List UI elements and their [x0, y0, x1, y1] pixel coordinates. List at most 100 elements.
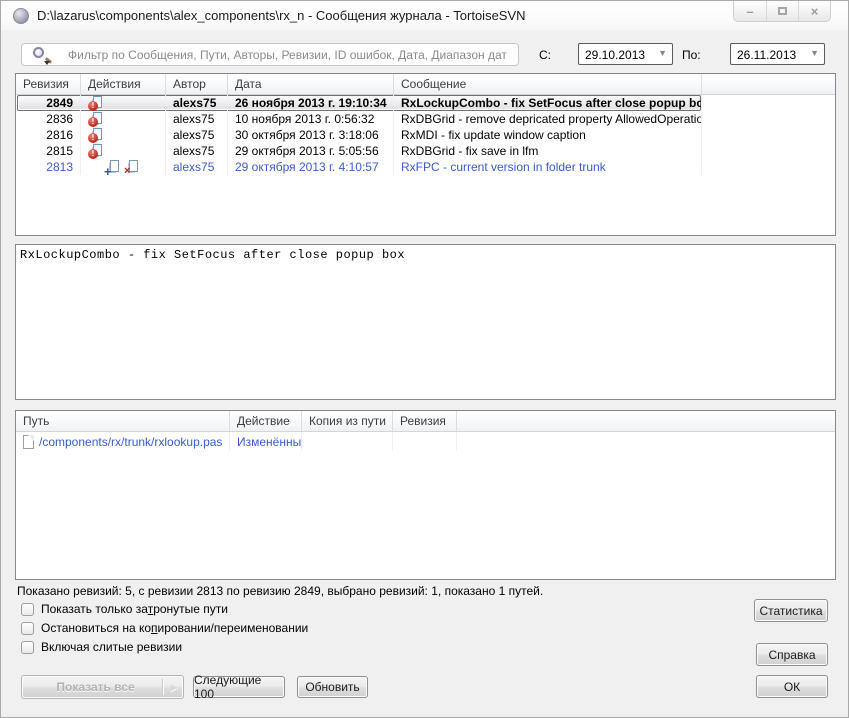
column-header-date[interactable]: Дата: [228, 74, 394, 94]
modified-icon: !: [88, 128, 103, 143]
column-header-blank: [702, 74, 835, 94]
checkbox-icon[interactable]: [21, 641, 34, 654]
close-button[interactable]: ×: [798, 1, 830, 21]
revision-cell: 2813: [16, 159, 81, 175]
list-empty-area: [16, 175, 835, 235]
checkbox-label: Показать только затронутые пути: [41, 602, 228, 616]
show-all-label: Показать все: [56, 680, 134, 694]
date-to-picker[interactable]: 26.11.2013 ▼: [730, 43, 825, 65]
column-header-revision[interactable]: Ревизия: [16, 74, 81, 94]
date-cell: 26 ноября 2013 г. 19:10:34: [228, 95, 394, 111]
author-cell: alexs75: [166, 127, 228, 143]
minimize-button[interactable]: –: [734, 1, 766, 21]
paths-list-header: Путь Действие Копия из пути Ревизия: [16, 411, 835, 432]
checkbox-label: Остановиться на копировании/переименован…: [41, 621, 308, 635]
path-cell: /components/rx/trunk/rxlookup.pas: [16, 432, 230, 451]
checkbox-icon[interactable]: [21, 622, 34, 635]
date-from-picker[interactable]: 29.10.2013 ▼: [578, 43, 673, 65]
date-to-value: 26.11.2013: [737, 48, 796, 62]
tortoisesvn-app-icon: [13, 8, 29, 24]
date-from-label: С:: [539, 48, 551, 62]
split-button-divider: [162, 679, 163, 695]
added-icon: +: [105, 160, 120, 175]
table-row[interactable]: 2815 ! alexs75 29 октября 2013 г. 5:05:5…: [16, 143, 835, 159]
actions-cell: !: [81, 143, 166, 159]
maximize-button[interactable]: [766, 1, 798, 21]
revision-cell: 2815: [16, 143, 81, 159]
table-row[interactable]: 2836 ! alexs75 10 ноября 2013 г. 0:56:32…: [16, 111, 835, 127]
copy-from-cell: [302, 432, 393, 451]
split-button-arrow-icon: ▶: [171, 683, 177, 692]
checkbox-include-merged-revisions[interactable]: Включая слитые ревизии: [21, 640, 182, 654]
actions-cell: !: [81, 111, 166, 127]
revision-cell: 2816: [16, 127, 81, 143]
column-header-blank: [457, 411, 835, 431]
chevron-down-icon[interactable]: ▼: [658, 48, 667, 58]
author-cell: alexs75: [166, 143, 228, 159]
title-bar[interactable]: D:\lazarus\components\alex_components\rx…: [1, 1, 848, 31]
search-icon[interactable]: [33, 47, 44, 58]
show-all-button: Показать все ▶: [21, 675, 184, 699]
filter-search-box[interactable]: [21, 43, 519, 66]
deleted-icon: ×: [124, 160, 139, 175]
maximize-icon: [778, 7, 787, 15]
message-cell: RxDBGrid - fix save in lfm: [394, 143, 702, 159]
message-cell: RxDBGrid - remove depricated property Al…: [394, 111, 702, 127]
column-header-actions[interactable]: Действия: [81, 74, 166, 94]
message-cell: RxLockupCombo - fix SetFocus after close…: [394, 95, 702, 111]
revisions-list-header: Ревизия Действия Автор Дата Сообщение: [16, 74, 835, 95]
revision-cell: 2849: [16, 95, 81, 111]
revision-cell: 2836: [16, 111, 81, 127]
column-header-message[interactable]: Сообщение: [394, 74, 702, 94]
date-cell: 10 ноября 2013 г. 0:56:32: [228, 111, 394, 127]
column-header-revision[interactable]: Ревизия: [393, 411, 457, 431]
help-button[interactable]: Справка: [756, 643, 828, 666]
table-row[interactable]: 2849 ! alexs75 26 ноября 2013 г. 19:10:3…: [16, 95, 835, 111]
modified-icon: !: [88, 112, 103, 127]
log-messages-window: D:\lazarus\components\alex_components\rx…: [0, 0, 849, 718]
table-row[interactable]: /components/rx/trunk/rxlookup.pas Изменё…: [16, 432, 835, 451]
refresh-button[interactable]: Обновить: [297, 676, 368, 698]
revision-cell: [393, 432, 457, 451]
column-header-copy-from[interactable]: Копия из пути: [302, 411, 393, 431]
log-message-text: RxLockupCombo - fix SetFocus after close…: [20, 248, 405, 262]
checkbox-icon[interactable]: [21, 603, 34, 616]
filter-input[interactable]: [68, 44, 508, 65]
window-controls: – ×: [733, 1, 831, 22]
checkbox-label: Включая слитые ревизии: [41, 640, 182, 654]
date-cell: 30 октября 2013 г. 3:18:06: [228, 127, 394, 143]
revisions-list: Ревизия Действия Автор Дата Сообщение 28…: [15, 73, 836, 236]
date-cell: 29 октября 2013 г. 5:05:56: [228, 143, 394, 159]
date-to-label: По:: [682, 48, 701, 62]
author-cell: alexs75: [166, 111, 228, 127]
actions-cell: !: [81, 95, 166, 111]
ok-button[interactable]: ОК: [756, 675, 828, 698]
table-row[interactable]: 2816 ! alexs75 30 октября 2013 г. 3:18:0…: [16, 127, 835, 143]
actions-cell: + ×: [81, 159, 166, 175]
date-cell: 29 октября 2013 г. 4:10:57: [228, 159, 394, 175]
actions-cell: !: [81, 127, 166, 143]
window-title: D:\lazarus\components\alex_components\rx…: [37, 8, 526, 23]
modified-icon: !: [88, 96, 103, 111]
message-cell: RxMDI - fix update window caption: [394, 127, 702, 143]
paths-list: Путь Действие Копия из пути Ревизия /com…: [15, 410, 836, 580]
file-icon: [23, 435, 34, 449]
checkbox-show-affected-paths[interactable]: Показать только затронутые пути: [21, 602, 228, 616]
statistics-button[interactable]: Статистика: [754, 599, 828, 622]
modified-icon: !: [88, 144, 103, 159]
chevron-down-icon[interactable]: ▼: [810, 48, 819, 58]
search-options-dropdown-icon[interactable]: [44, 61, 50, 65]
table-row[interactable]: 2813 + × alexs75 29 октября 2013 г. 4:10…: [16, 159, 835, 175]
date-from-value: 29.10.2013: [585, 48, 645, 62]
list-empty-area: [16, 451, 835, 579]
status-text: Показано ревизий: 5, с ревизии 2813 по р…: [17, 584, 543, 598]
author-cell: alexs75: [166, 159, 228, 175]
action-cell: Изменённые: [230, 432, 302, 451]
column-header-action[interactable]: Действие: [230, 411, 302, 431]
log-message-panel[interactable]: RxLockupCombo - fix SetFocus after close…: [15, 244, 836, 400]
next-100-button[interactable]: Следующие 100: [193, 676, 285, 698]
checkbox-stop-on-copy-rename[interactable]: Остановиться на копировании/переименован…: [21, 621, 308, 635]
column-header-author[interactable]: Автор: [166, 74, 228, 94]
column-header-path[interactable]: Путь: [16, 411, 230, 431]
message-cell: RxFPC - current version in folder trunk: [394, 159, 702, 175]
